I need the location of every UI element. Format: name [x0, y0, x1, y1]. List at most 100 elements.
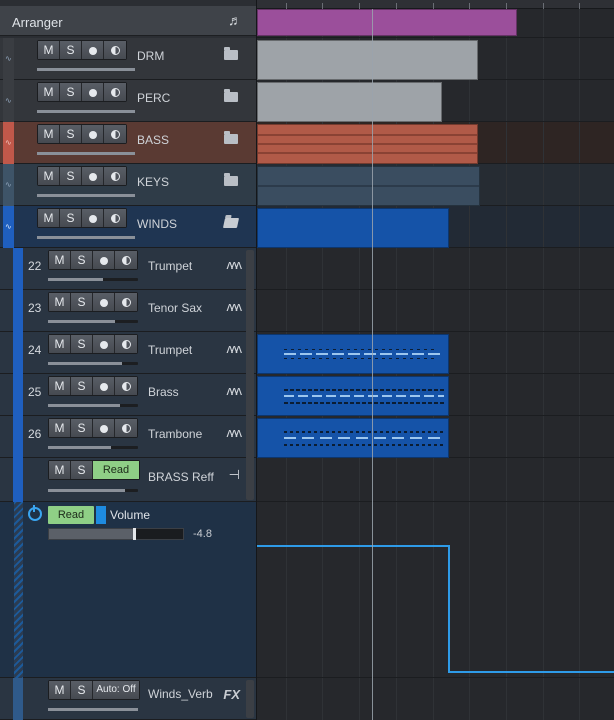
- solo-button[interactable]: S: [60, 41, 82, 59]
- audio-clip[interactable]: [257, 418, 449, 458]
- audio-track[interactable]: 24 M S Trumpet ᴧᴧᴧ: [0, 332, 256, 374]
- monitor-button[interactable]: [104, 41, 126, 59]
- automation-slider-thumb[interactable]: [133, 528, 137, 540]
- folder-icon[interactable]: [224, 173, 238, 186]
- mute-button[interactable]: M: [49, 419, 71, 437]
- monitor-button[interactable]: [104, 83, 126, 101]
- automation-line[interactable]: [257, 545, 614, 673]
- automation-color-swatch[interactable]: [96, 506, 106, 524]
- mute-button[interactable]: M: [38, 83, 60, 101]
- record-arm-button[interactable]: [93, 293, 115, 311]
- waveform-icon[interactable]: ᴧᴧᴧ: [227, 257, 242, 272]
- folder-open-icon[interactable]: [222, 218, 240, 228]
- automation-envelope[interactable]: [257, 502, 614, 678]
- volume-fader[interactable]: [48, 446, 138, 449]
- monitor-button[interactable]: [115, 419, 137, 437]
- solo-button[interactable]: S: [71, 293, 93, 311]
- automation-parameter[interactable]: Volume: [110, 508, 150, 522]
- folder-track-bass[interactable]: ∿ M S BASS: [0, 122, 256, 164]
- volume-fader[interactable]: [48, 708, 138, 711]
- monitor-button[interactable]: [104, 125, 126, 143]
- automation-value-slider[interactable]: [48, 528, 184, 540]
- record-arm-button[interactable]: [82, 83, 104, 101]
- monitor-button[interactable]: [115, 377, 137, 395]
- music-note-icon[interactable]: ♬: [228, 12, 242, 28]
- record-arm-button[interactable]: [82, 41, 104, 59]
- volume-fader[interactable]: [37, 194, 135, 197]
- waveform-icon[interactable]: ᴧᴧᴧ: [227, 383, 242, 398]
- record-arm-button[interactable]: [82, 209, 104, 227]
- volume-fader[interactable]: [37, 68, 135, 71]
- mute-button[interactable]: M: [49, 681, 71, 699]
- solo-button[interactable]: S: [71, 251, 93, 269]
- folder-clip-bass[interactable]: [257, 124, 478, 164]
- mute-button[interactable]: M: [38, 209, 60, 227]
- record-arm-button[interactable]: [93, 419, 115, 437]
- solo-button[interactable]: S: [60, 83, 82, 101]
- fx-track[interactable]: M S Auto: Off Winds_Verb FX: [0, 678, 256, 720]
- volume-fader[interactable]: [37, 152, 135, 155]
- power-icon[interactable]: [28, 505, 42, 521]
- folder-track-drm[interactable]: ∿ M S DRM: [0, 38, 256, 80]
- solo-button[interactable]: S: [60, 167, 82, 185]
- solo-button[interactable]: S: [71, 461, 93, 479]
- mute-button[interactable]: M: [38, 41, 60, 59]
- waveform-icon[interactable]: ᴧᴧᴧ: [227, 341, 242, 356]
- waveform-icon[interactable]: ᴧᴧᴧ: [227, 425, 242, 440]
- mute-button[interactable]: M: [49, 335, 71, 353]
- volume-fader[interactable]: [37, 236, 135, 239]
- mute-button[interactable]: M: [49, 293, 71, 311]
- solo-button[interactable]: S: [71, 377, 93, 395]
- folder-track-winds[interactable]: ∿ M S WINDS: [0, 206, 256, 248]
- audio-track[interactable]: 22 M S Trumpet ᴧᴧᴧ: [0, 248, 256, 290]
- mute-button[interactable]: M: [49, 377, 71, 395]
- arranger-track-header[interactable]: Arranger ♬: [0, 6, 256, 36]
- automation-read-button[interactable]: Read: [93, 461, 139, 479]
- mute-button[interactable]: M: [49, 461, 71, 479]
- monitor-button[interactable]: [115, 251, 137, 269]
- monitor-button[interactable]: [115, 293, 137, 311]
- volume-fader[interactable]: [48, 404, 138, 407]
- waveform-icon[interactable]: ᴧᴧᴧ: [227, 299, 242, 314]
- record-arm-button[interactable]: [93, 377, 115, 395]
- solo-button[interactable]: S: [60, 209, 82, 227]
- folder-icon[interactable]: [224, 89, 238, 102]
- record-arm-button[interactable]: [93, 251, 115, 269]
- solo-button[interactable]: S: [60, 125, 82, 143]
- monitor-button[interactable]: [115, 335, 137, 353]
- record-arm-button[interactable]: [82, 125, 104, 143]
- mute-button[interactable]: M: [38, 167, 60, 185]
- folder-track-keys[interactable]: ∿ M S KEYS: [0, 164, 256, 206]
- audio-clip[interactable]: [257, 376, 449, 416]
- automation-mode-button[interactable]: Read: [48, 506, 94, 524]
- arrange-timeline[interactable]: [257, 0, 614, 720]
- track-list-scrollbar[interactable]: [246, 250, 254, 500]
- playhead-cursor[interactable]: [372, 9, 373, 720]
- folder-clip-winds[interactable]: [257, 208, 449, 248]
- folder-icon[interactable]: [224, 47, 238, 60]
- audio-track[interactable]: 26 M S Trambone ᴧᴧᴧ: [0, 416, 256, 458]
- fx-icon[interactable]: FX: [223, 687, 240, 702]
- folder-clip-drm[interactable]: [257, 40, 478, 80]
- volume-fader[interactable]: [48, 362, 138, 365]
- mute-button[interactable]: M: [38, 125, 60, 143]
- monitor-button[interactable]: [104, 209, 126, 227]
- volume-fader[interactable]: [48, 278, 138, 281]
- record-arm-button[interactable]: [93, 335, 115, 353]
- fx-scrollbar[interactable]: [246, 680, 254, 718]
- timeline-ruler[interactable]: [257, 0, 614, 9]
- volume-fader[interactable]: [37, 110, 135, 113]
- solo-button[interactable]: S: [71, 419, 93, 437]
- monitor-button[interactable]: [104, 167, 126, 185]
- folder-clip-keys[interactable]: [257, 166, 480, 206]
- audio-clip[interactable]: [257, 334, 449, 374]
- arranger-section-clip[interactable]: [257, 9, 517, 36]
- solo-button[interactable]: S: [71, 335, 93, 353]
- automation-mode-button[interactable]: Auto: Off: [93, 681, 139, 699]
- folder-icon[interactable]: [224, 131, 238, 144]
- solo-button[interactable]: S: [71, 681, 93, 699]
- mute-button[interactable]: M: [49, 251, 71, 269]
- volume-fader[interactable]: [48, 489, 138, 492]
- audio-track[interactable]: 25 M S Brass ᴧᴧᴧ: [0, 374, 256, 416]
- folder-track-perc[interactable]: ∿ M S PERC: [0, 80, 256, 122]
